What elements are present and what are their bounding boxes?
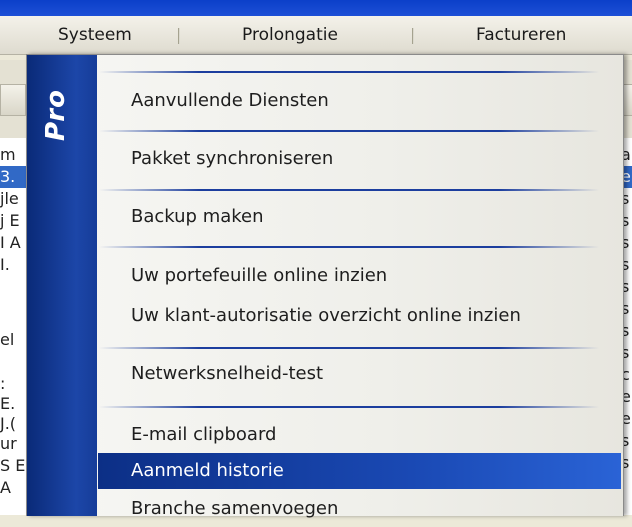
column-header[interactable] — [0, 84, 26, 116]
menu-divider — [99, 246, 599, 248]
list-item[interactable] — [0, 276, 26, 298]
list-item[interactable]: E. — [0, 393, 26, 415]
menu-item-label: Aanmeld historie — [131, 460, 284, 481]
menu-divider — [99, 406, 599, 408]
menu-item-uw-klant-autorisatie-overzicht[interactable]: Uw klant-autorisatie overzicht online in… — [98, 298, 621, 334]
menu-separator — [412, 28, 414, 44]
menu-bar: Systeem Prolongatie Factureren — [0, 16, 632, 55]
menu-brand-band: Pro — [27, 55, 97, 516]
menu-item-label: Uw klant-autorisatie overzicht online in… — [131, 305, 521, 326]
menu-item-label: Uw portefeuille online inzien — [131, 265, 388, 286]
menu-item-aanvullende-diensten[interactable]: Aanvullende Diensten — [98, 83, 621, 119]
menu-separator — [178, 28, 180, 44]
menu-prolongatie[interactable]: Prolongatie — [242, 16, 338, 54]
list-item[interactable]: j E — [0, 210, 26, 232]
list-item[interactable] — [0, 351, 26, 373]
menu-item-label: Aanvullende Diensten — [131, 90, 329, 111]
menu-item-pakket-synchroniseren[interactable]: Pakket synchroniseren — [98, 141, 621, 177]
list-item[interactable]: m — [0, 144, 26, 166]
menu-factureren[interactable]: Factureren — [476, 16, 566, 54]
menu-divider — [99, 347, 599, 349]
list-item[interactable]: A — [0, 477, 26, 499]
menu-divider — [99, 189, 599, 191]
menu-item-netwerksnelheid-test[interactable]: Netwerksnelheid-test — [98, 356, 621, 392]
menu-item-label: Backup maken — [131, 206, 264, 227]
menu-item-label: E-mail clipboard — [131, 424, 277, 445]
list-item[interactable]: jle — [0, 188, 26, 210]
list-item[interactable]: I. — [0, 254, 26, 276]
menu-systeem[interactable]: Systeem — [58, 16, 132, 54]
list-item[interactable]: : — [0, 373, 26, 395]
menu-item-aanmeld-historie[interactable]: Aanmeld historie — [98, 453, 621, 489]
menu-item-label: Pakket synchroniseren — [131, 148, 334, 169]
menu-divider — [99, 71, 599, 73]
menu-item-label: Netwerksnelheid-test — [131, 363, 324, 384]
menu-item-uw-portefeuille-online-inzien[interactable]: Uw portefeuille online inzien — [98, 258, 621, 294]
list-item[interactable]: I A — [0, 232, 26, 254]
list-item[interactable]: el — [0, 329, 26, 351]
menu-item-branche-samenvoegen[interactable]: Branche samenvoegen — [98, 491, 621, 527]
list-item[interactable]: 3. — [0, 166, 26, 188]
pro-logo: Pro — [41, 89, 71, 141]
menu-divider — [99, 130, 599, 132]
menu-item-e-mail-clipboard[interactable]: E-mail clipboard — [98, 417, 621, 453]
list-item[interactable]: ur — [0, 433, 26, 455]
menu-item-backup-maken[interactable]: Backup maken — [98, 199, 621, 235]
systeem-dropdown-menu: Pro Aanvullende Diensten Pakket synchron… — [26, 54, 624, 519]
menu-item-label: Branche samenvoegen — [131, 498, 339, 519]
list-item[interactable]: S E — [0, 455, 26, 477]
list-item[interactable]: J.( — [0, 413, 26, 435]
title-bar — [0, 0, 632, 16]
